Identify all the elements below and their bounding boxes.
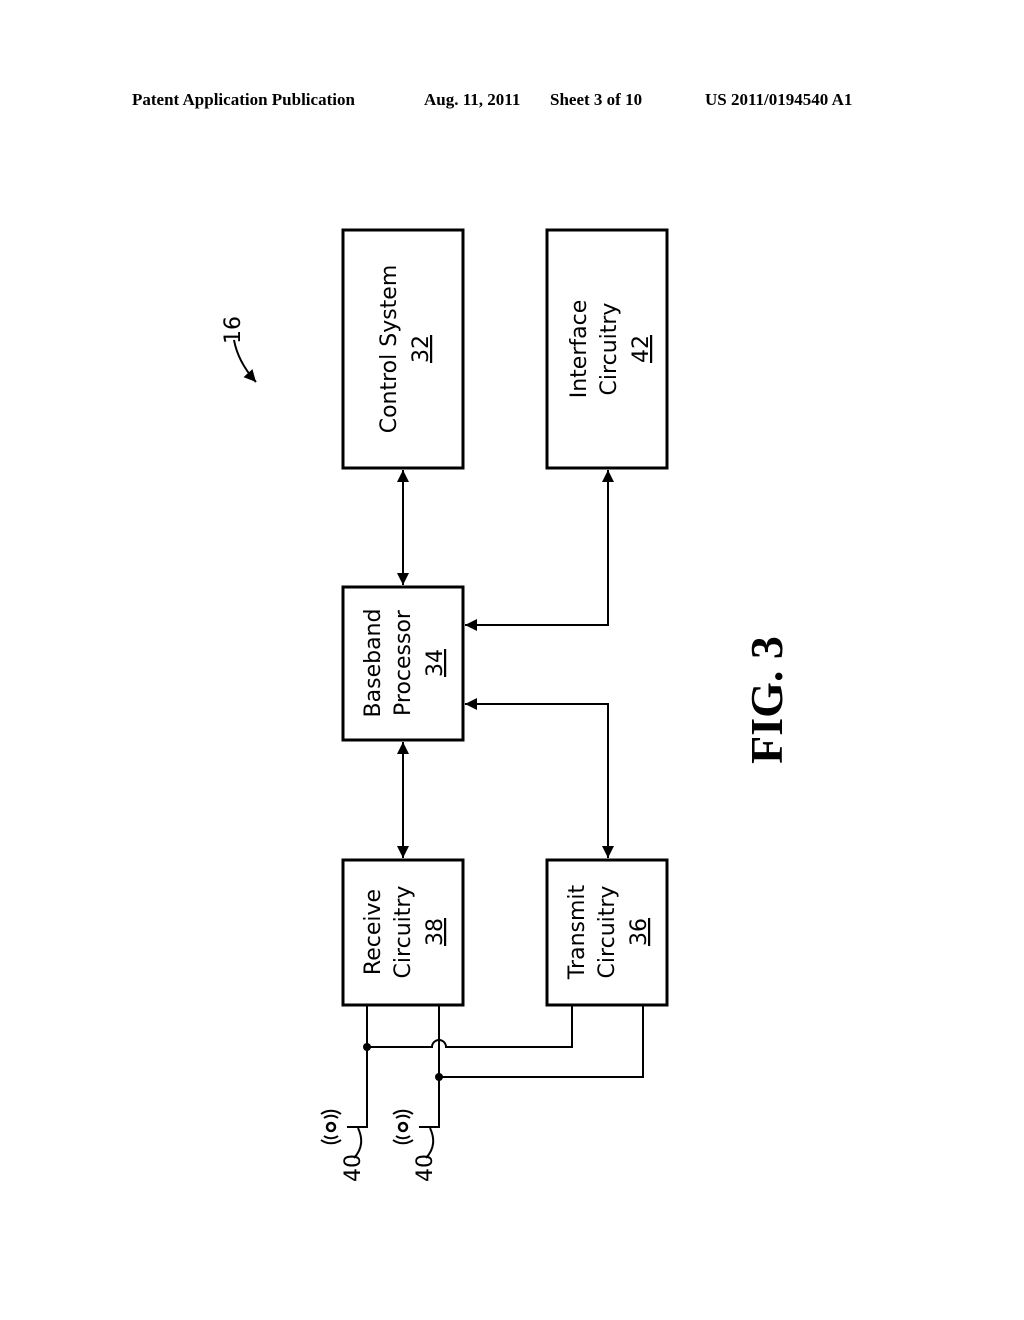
- antenna-icon: [392, 1109, 414, 1145]
- interface-circuitry-ref: 42: [629, 335, 654, 363]
- antenna-1-ref: 40: [341, 1154, 366, 1182]
- control-system-ref: 32: [409, 335, 434, 363]
- receive-wire-antenna-2: [419, 1005, 440, 1128]
- antenna-1-leader: [353, 1127, 363, 1159]
- baseband-processor-label-2: Processor: [391, 609, 416, 716]
- figure-reference-16: 16: [221, 316, 257, 383]
- control-system-box: [341, 228, 465, 470]
- baseband-processor-ref: 34: [423, 649, 448, 677]
- antenna-icon: [320, 1109, 342, 1145]
- transmit-circuitry-ref: 36: [627, 918, 652, 946]
- transmit-wire-antenna-2: [439, 1005, 644, 1078]
- block-diagram: 16 Control System 32 Interface Circuitry…: [221, 228, 792, 1182]
- junction-dot-1: [363, 1043, 371, 1051]
- receive-circuitry-label-1: Receive: [361, 889, 386, 975]
- interface-circuitry-block: Interface Circuitry 42: [545, 228, 669, 470]
- transmit-circuitry-label-1: Transmit: [565, 884, 590, 980]
- control-system-block: Control System 32: [341, 228, 465, 470]
- receive-circuitry-block: Receive Circuitry 38: [341, 858, 465, 1007]
- antenna-2-leader: [425, 1127, 435, 1159]
- figure-label: FIG. 3: [741, 636, 792, 764]
- antenna-wiring: [347, 1005, 644, 1128]
- transmit-wire-antenna-1: [367, 1005, 573, 1048]
- baseband-processor-block: Baseband Processor 34: [341, 585, 465, 742]
- transmit-circuitry-label-2: Circuitry: [595, 886, 620, 979]
- interface-circuitry-label-2: Circuitry: [597, 303, 622, 396]
- baseband-processor-label-1: Baseband: [361, 609, 386, 718]
- interface-circuitry-label-1: Interface: [567, 300, 592, 399]
- ref-16-arrow: [233, 339, 257, 383]
- receive-circuitry-label-2: Circuitry: [391, 886, 416, 979]
- control-system-label: Control System: [377, 265, 402, 434]
- junction-dot-2: [435, 1073, 443, 1081]
- receive-wire-antenna-1: [347, 1005, 368, 1128]
- antenna-1: 40: [320, 1109, 366, 1182]
- receive-circuitry-ref: 38: [423, 918, 448, 946]
- baseband-transmit-link: [465, 698, 614, 858]
- antenna-2: 40: [392, 1109, 438, 1182]
- antenna-2-ref: 40: [413, 1154, 438, 1182]
- baseband-interface-link: [465, 470, 614, 631]
- ref-16-label: 16: [221, 316, 246, 344]
- transmit-circuitry-block: Transmit Circuitry 36: [545, 858, 669, 1007]
